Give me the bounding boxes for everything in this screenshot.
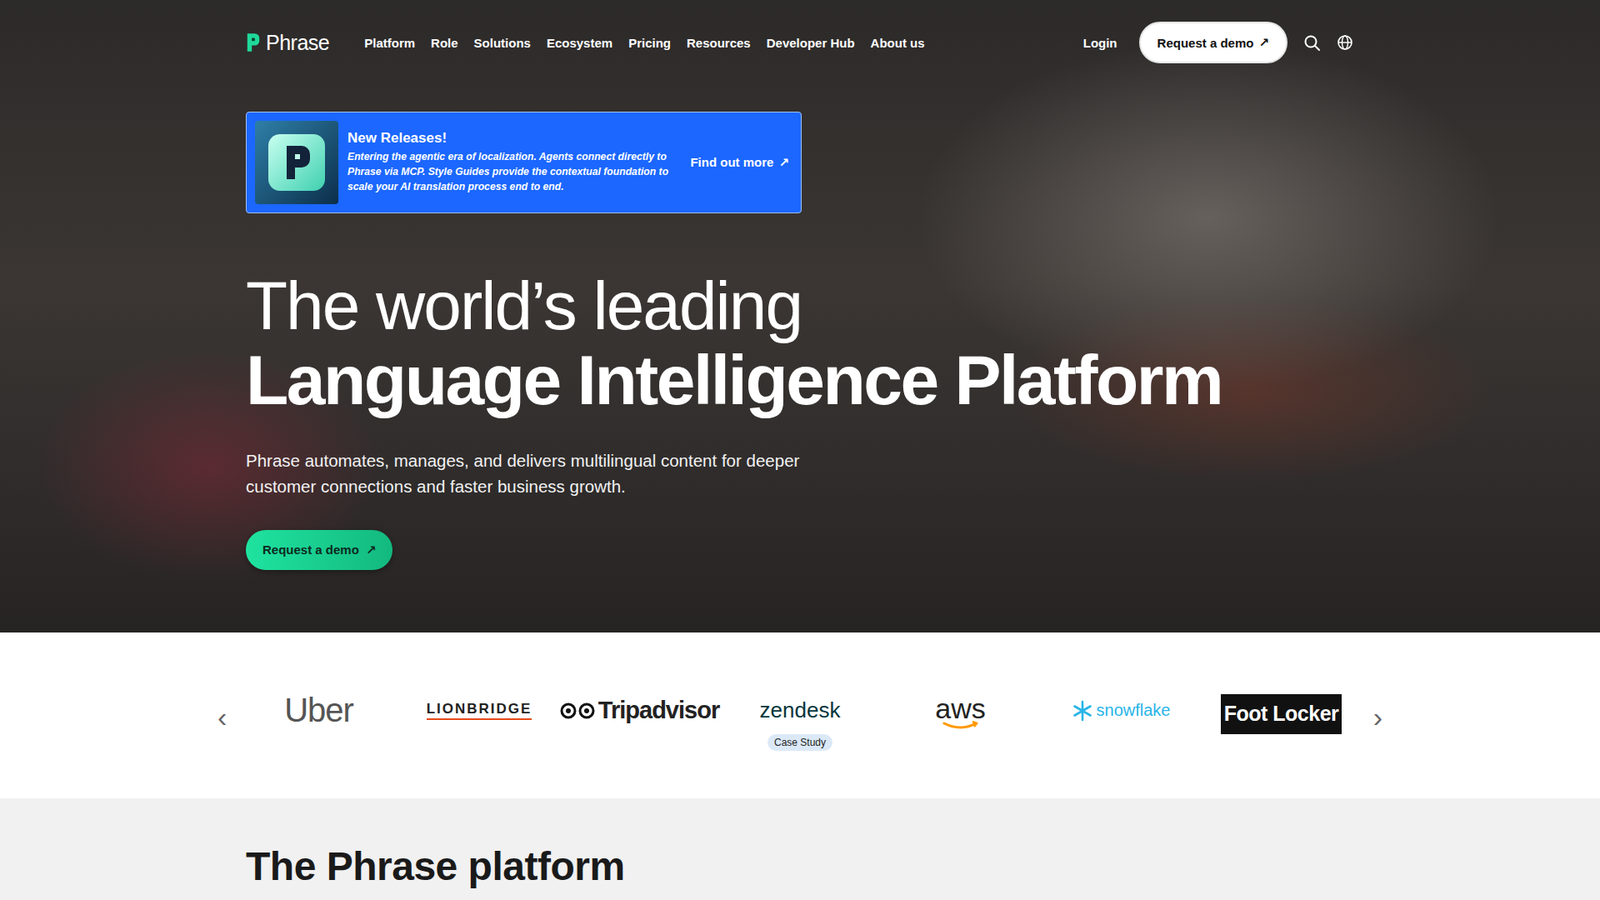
customer-logo[interactable]: Foot Locker — [1208, 694, 1355, 755]
phrase-logo[interactable]: Phrase — [245, 30, 330, 55]
logo-text: Foot Locker — [1224, 701, 1340, 726]
logo-carousel: ‹UberLIONBRIDGETripadvisorzendeskCase St… — [245, 677, 1355, 755]
nav-link[interactable]: Solutions — [474, 35, 531, 50]
platform-heading: The Phrase platform — [245, 843, 1355, 890]
hero-heading-line1: The world’s leading — [245, 270, 1355, 342]
logo-wordmark: Uber — [284, 694, 354, 728]
nav-links: Platform Role Solutions Ecosystem Pricing Res… — [364, 35, 925, 50]
hero-subtitle: Phrase automates, manages, and delivers … — [245, 448, 813, 500]
logo-text: Phrase — [265, 30, 330, 55]
customer-logo[interactable]: zendesk Case Study — [727, 694, 874, 755]
nav-link[interactable]: Platform — [364, 35, 415, 50]
request-demo-button[interactable]: Request a demo↗ — [1139, 21, 1288, 64]
nav-link[interactable]: About us — [870, 35, 925, 50]
find-out-more-link[interactable]: Find out more ↗ — [690, 155, 790, 170]
customer-logo[interactable]: aws — [887, 694, 1034, 755]
hero-content: Phrase Platform Role Solutions Ecosystem Pric… — [245, 21, 1355, 570]
hero-demo-button[interactable]: Request a demo ↗ — [245, 530, 393, 570]
platform-wrap: The Phrase platform — [245, 843, 1355, 890]
logo-text: snowflake — [1096, 700, 1171, 720]
logo-wordmark: zendesk — [760, 694, 841, 728]
logo-text: Tripadvisor — [598, 696, 720, 725]
nav-actions: Login Request a demo↗ — [1083, 21, 1355, 64]
button-label: Request a demo — [1157, 35, 1255, 50]
banner-text: Entering the agentic era of localization… — [347, 150, 681, 195]
arrow-icon: ↗ — [778, 155, 790, 170]
logo-wordmark: snowflake — [1071, 694, 1171, 728]
customer-logo[interactable]: Tripadvisor — [566, 694, 713, 755]
globe-icon — [1335, 33, 1355, 52]
logo-wordmark: aws — [935, 694, 985, 731]
arrow-icon: ↗ — [365, 542, 377, 558]
hero-section: Phrase Platform Role Solutions Ecosystem Pric… — [0, 0, 1600, 633]
nav-link[interactable]: Resources — [686, 35, 751, 50]
search-icon — [1302, 33, 1321, 52]
logo-text: zendesk — [760, 697, 841, 724]
banner-body: New Releases! Entering the agentic era of… — [347, 130, 681, 195]
release-image — [255, 120, 339, 205]
customer-logo[interactable]: snowflake — [1048, 694, 1195, 755]
aws-smile-icon — [942, 720, 980, 731]
logo-text: aws — [935, 694, 985, 723]
hero-heading-line2: Language Intelligence Platform — [245, 343, 1355, 417]
language-button[interactable] — [1335, 33, 1355, 52]
carousel-next-button[interactable]: › — [1373, 702, 1383, 731]
logo-text: LIONBRIDGE — [426, 700, 533, 718]
release-banner[interactable]: New Releases! Entering the agentic era of… — [245, 111, 802, 214]
nav-link[interactable]: Ecosystem — [546, 35, 613, 50]
search-button[interactable] — [1302, 33, 1321, 52]
snowflake-icon — [1071, 700, 1094, 722]
logo-text: Uber — [284, 691, 354, 730]
case-study-badge[interactable]: Case Study — [767, 734, 833, 751]
logos-wrap: ‹UberLIONBRIDGETripadvisorzendeskCase St… — [245, 677, 1355, 755]
phrase-logo-icon — [245, 31, 261, 54]
customer-logo[interactable]: Uber — [245, 694, 392, 755]
customer-logos: ‹ Uber LIONBRIDGE Tripadvisor zendesk Case St… — [0, 632, 1600, 799]
customer-logo[interactable]: LIONBRIDGE — [406, 694, 553, 755]
button-label: Request a demo — [262, 542, 360, 557]
nav-link[interactable]: Developer Hub — [766, 35, 855, 50]
arrow-icon: ↗ — [1258, 35, 1270, 50]
release-badge-icon — [255, 120, 339, 205]
carousel-prev-button[interactable]: ‹ — [217, 702, 227, 731]
owl-icon — [560, 700, 595, 722]
banner-title: New Releases! — [347, 130, 681, 147]
logo-wordmark: Foot Locker — [1220, 694, 1343, 735]
link-label: Find out more — [690, 155, 774, 170]
top-nav: Phrase Platform Role Solutions Ecosystem Pric… — [245, 21, 1355, 64]
nav-link[interactable]: Role — [430, 35, 459, 50]
login-link[interactable]: Login — [1083, 35, 1118, 50]
logo-wordmark: LIONBRIDGE — [426, 700, 533, 720]
logo-wordmark: Tripadvisor — [560, 694, 720, 728]
platform-section: The Phrase platform — [0, 798, 1600, 890]
nav-link[interactable]: Pricing — [628, 35, 671, 50]
